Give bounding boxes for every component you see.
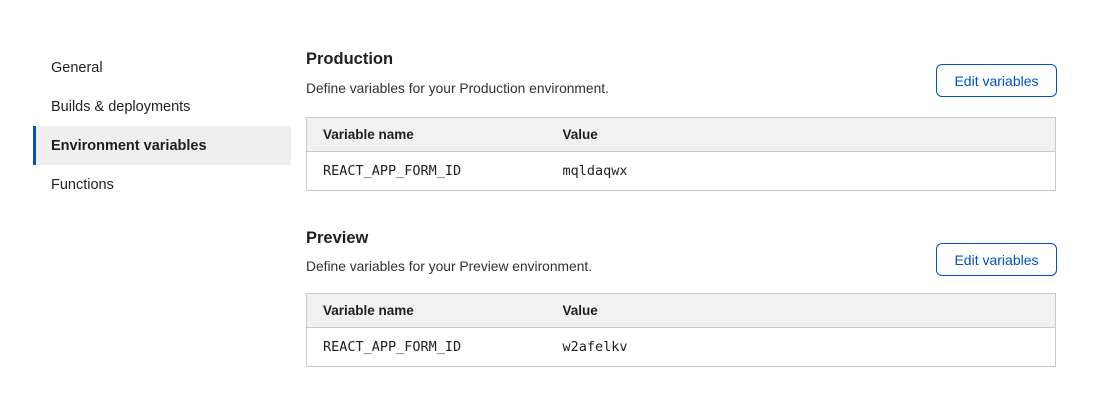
column-header-value: Value [547, 294, 1056, 328]
variable-value-cell: w2afelkv [547, 328, 1056, 367]
variable-value-cell: mqldaqwx [547, 152, 1056, 191]
settings-sidebar: General Builds & deployments Environment… [33, 48, 291, 204]
table-row: REACT_APP_FORM_ID w2afelkv [307, 328, 1056, 367]
production-section-title: Production [306, 49, 393, 69]
production-section-description: Define variables for your Production env… [306, 81, 609, 97]
production-edit-variables-button[interactable]: Edit variables [936, 64, 1057, 97]
sidebar-item-builds-deployments[interactable]: Builds & deployments [33, 87, 291, 126]
column-header-variable-name: Variable name [307, 294, 547, 328]
preview-section-description: Define variables for your Preview enviro… [306, 259, 592, 275]
table-header-row: Variable name Value [307, 118, 1056, 152]
sidebar-item-label: General [51, 60, 103, 76]
sidebar-item-label: Functions [51, 177, 114, 193]
table-header-row: Variable name Value [307, 294, 1056, 328]
sidebar-item-label: Environment variables [51, 138, 207, 154]
sidebar-item-label: Builds & deployments [51, 99, 190, 115]
active-indicator [33, 126, 36, 165]
preview-edit-variables-button[interactable]: Edit variables [936, 243, 1057, 276]
sidebar-item-general[interactable]: General [33, 48, 291, 87]
preview-section-title: Preview [306, 228, 368, 248]
table-row: REACT_APP_FORM_ID mqldaqwx [307, 152, 1056, 191]
environment-variables-panel: Production Define variables for your Pro… [306, 0, 1056, 420]
production-variables-table: Variable name Value REACT_APP_FORM_ID mq… [306, 117, 1056, 191]
sidebar-item-environment-variables[interactable]: Environment variables [33, 126, 291, 165]
sidebar-item-functions[interactable]: Functions [33, 165, 291, 204]
variable-name-cell: REACT_APP_FORM_ID [307, 152, 547, 191]
variable-name-cell: REACT_APP_FORM_ID [307, 328, 547, 367]
column-header-value: Value [547, 118, 1056, 152]
column-header-variable-name: Variable name [307, 118, 547, 152]
preview-variables-table: Variable name Value REACT_APP_FORM_ID w2… [306, 293, 1056, 367]
